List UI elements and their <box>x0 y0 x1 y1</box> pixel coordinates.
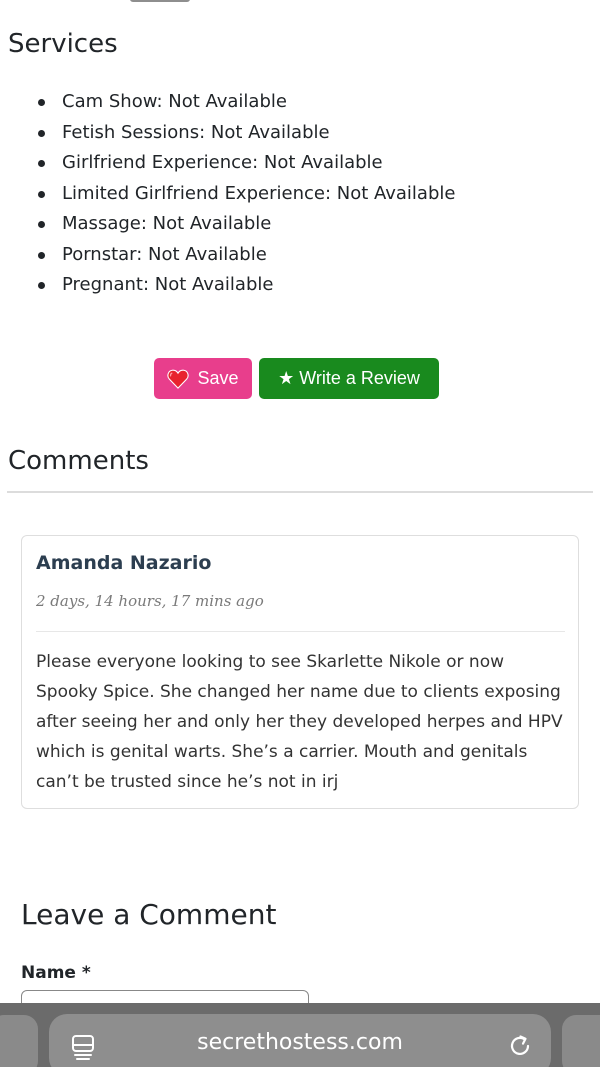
service-item: Cam Show: Not Available <box>38 87 455 118</box>
comment-author: Amanda Nazario <box>36 552 212 574</box>
services-heading: Services <box>8 29 118 59</box>
browser-menu-button[interactable] <box>562 1015 600 1067</box>
browser-toolbar: secrethostess.com <box>0 1003 600 1067</box>
comment-separator <box>36 631 565 632</box>
service-item: Pornstar: Not Available <box>38 240 455 271</box>
reload-icon[interactable] <box>507 1033 533 1059</box>
comment-timestamp: 2 days, 14 hours, 17 mins ago <box>36 592 264 610</box>
services-list: Cam Show: Not Available Fetish Sessions:… <box>38 87 455 301</box>
save-button[interactable]: Save <box>154 358 252 399</box>
service-item: Limited Girlfriend Experience: Not Avail… <box>38 179 455 210</box>
leave-comment-heading: Leave a Comment <box>21 898 277 931</box>
service-item: Girlfriend Experience: Not Available <box>38 148 455 179</box>
comment-body: Please everyone looking to see Skarlette… <box>36 652 563 792</box>
name-field-label: Name * <box>21 963 91 983</box>
write-review-button[interactable]: ★ Write a Review <box>259 358 439 399</box>
comment-card: Amanda Nazario 2 days, 14 hours, 17 mins… <box>21 535 579 809</box>
service-item: Massage: Not Available <box>38 209 455 240</box>
comments-divider <box>7 491 593 493</box>
write-review-label: ★ Write a Review <box>278 368 420 388</box>
address-bar[interactable]: secrethostess.com <box>49 1014 551 1067</box>
heart-icon <box>167 369 190 389</box>
save-label: Save <box>197 368 239 388</box>
service-item: Pregnant: Not Available <box>38 270 455 301</box>
url-text: secrethostess.com <box>197 1030 403 1055</box>
comments-heading: Comments <box>8 446 149 476</box>
clipped-text-fragment <box>130 0 210 4</box>
service-item: Fetish Sessions: Not Available <box>38 118 455 149</box>
tab-switcher-button[interactable] <box>0 1015 38 1067</box>
